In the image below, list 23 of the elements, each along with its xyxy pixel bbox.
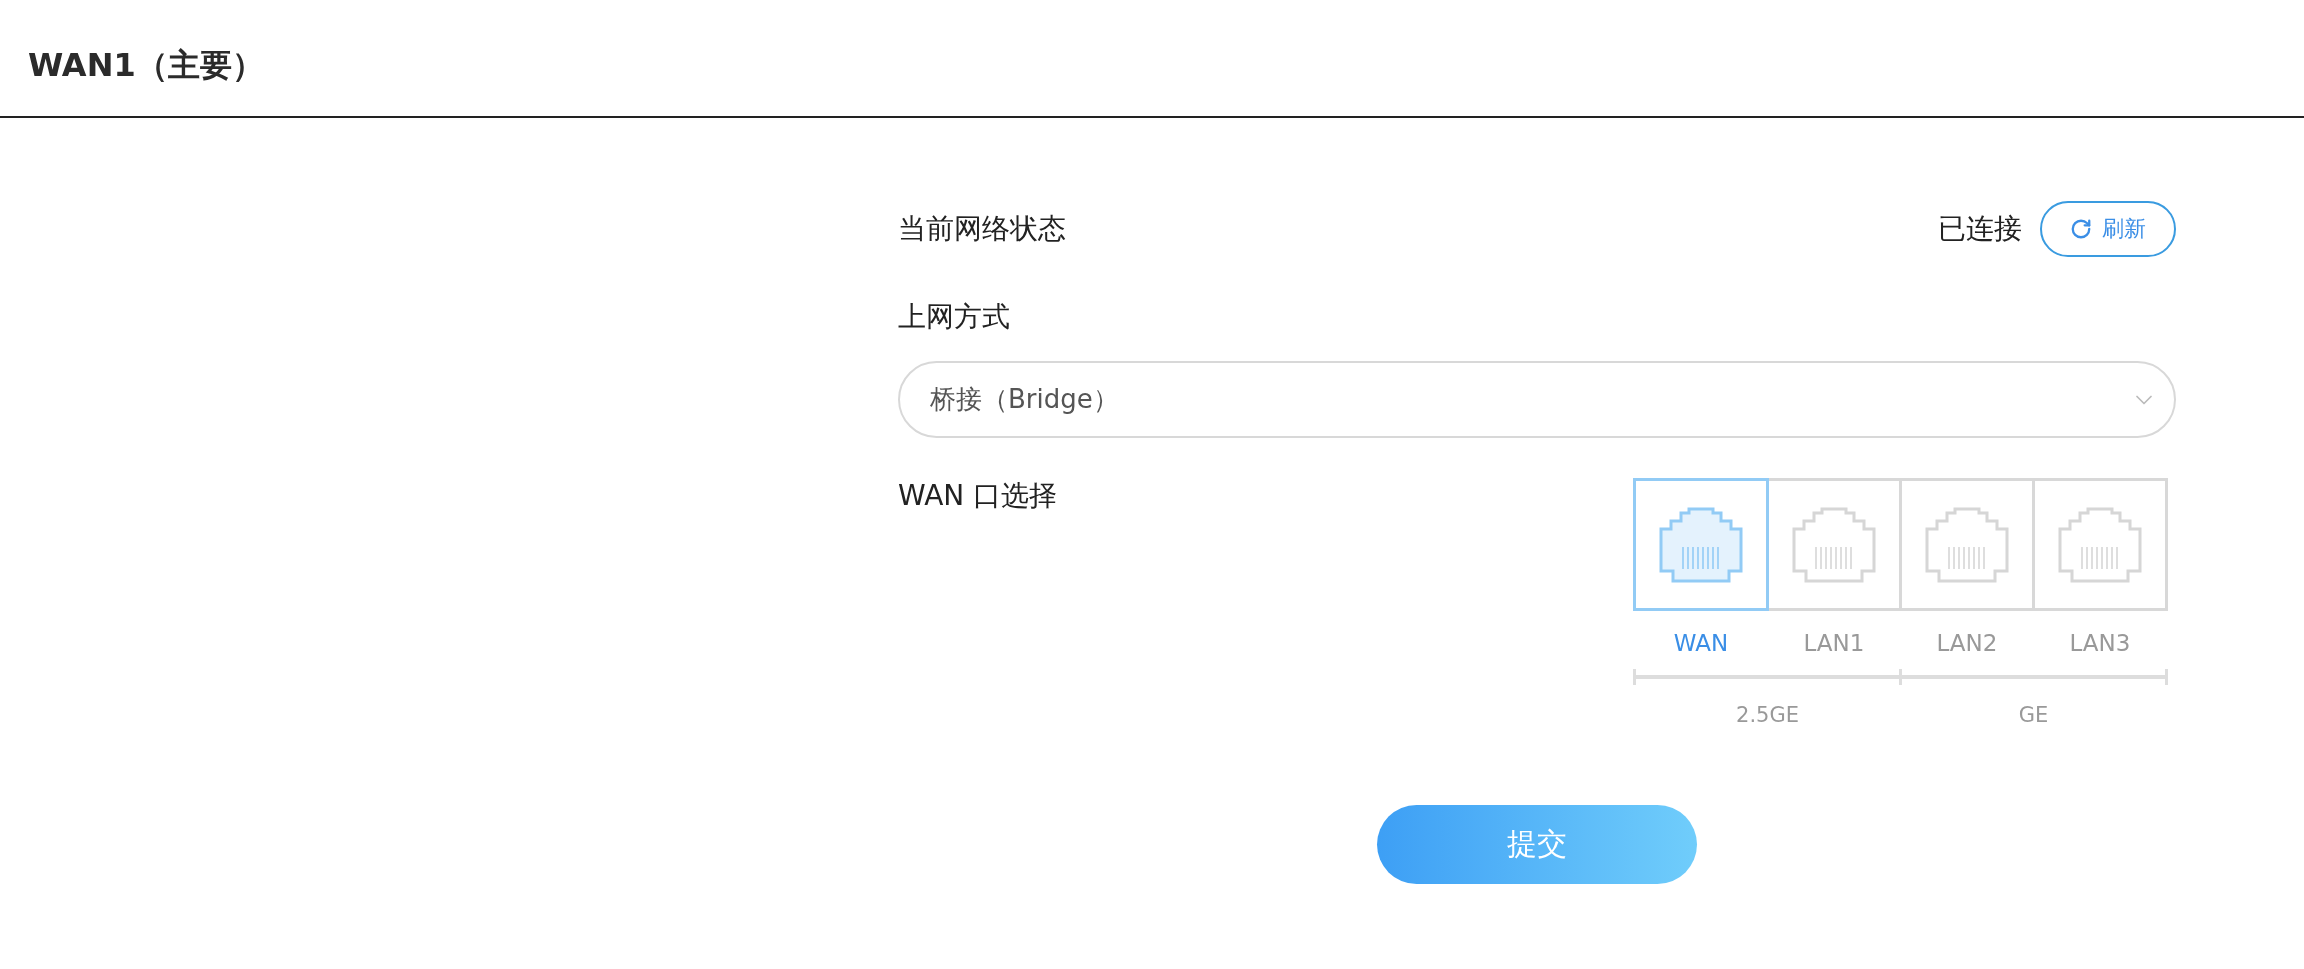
page-title: WAN1（主要） bbox=[28, 45, 264, 86]
connection-mode-select[interactable]: 桥接（Bridge） bbox=[898, 361, 2176, 438]
ethernet-port-icon bbox=[2058, 506, 2142, 583]
port-option[interactable] bbox=[2032, 478, 2168, 611]
port-label: LAN1 bbox=[1802, 629, 1866, 657]
port-option[interactable] bbox=[1899, 478, 2035, 611]
network-status-label: 当前网络状态 bbox=[898, 211, 1066, 247]
speed-label: GE bbox=[2017, 703, 2050, 727]
port-label: LAN3 bbox=[2068, 629, 2132, 657]
refresh-icon bbox=[2070, 218, 2092, 240]
ethernet-port-icon bbox=[1792, 506, 1876, 583]
network-status-value: 已连接 bbox=[1938, 211, 2022, 247]
wan-port-label: WAN 口选择 bbox=[898, 478, 1058, 514]
port-label: LAN2 bbox=[1935, 629, 1999, 657]
connection-mode-label: 上网方式 bbox=[898, 299, 1011, 335]
speed-label: 2.5GE bbox=[1735, 703, 1800, 727]
refresh-button[interactable]: 刷新 bbox=[2040, 201, 2176, 257]
ethernet-port-icon bbox=[1659, 506, 1743, 583]
port-option[interactable] bbox=[1633, 478, 1769, 611]
port-option[interactable] bbox=[1766, 478, 1902, 611]
port-label: WAN bbox=[1672, 629, 1730, 657]
submit-button[interactable]: 提交 bbox=[1377, 805, 1697, 884]
ethernet-port-icon bbox=[1925, 506, 2009, 583]
